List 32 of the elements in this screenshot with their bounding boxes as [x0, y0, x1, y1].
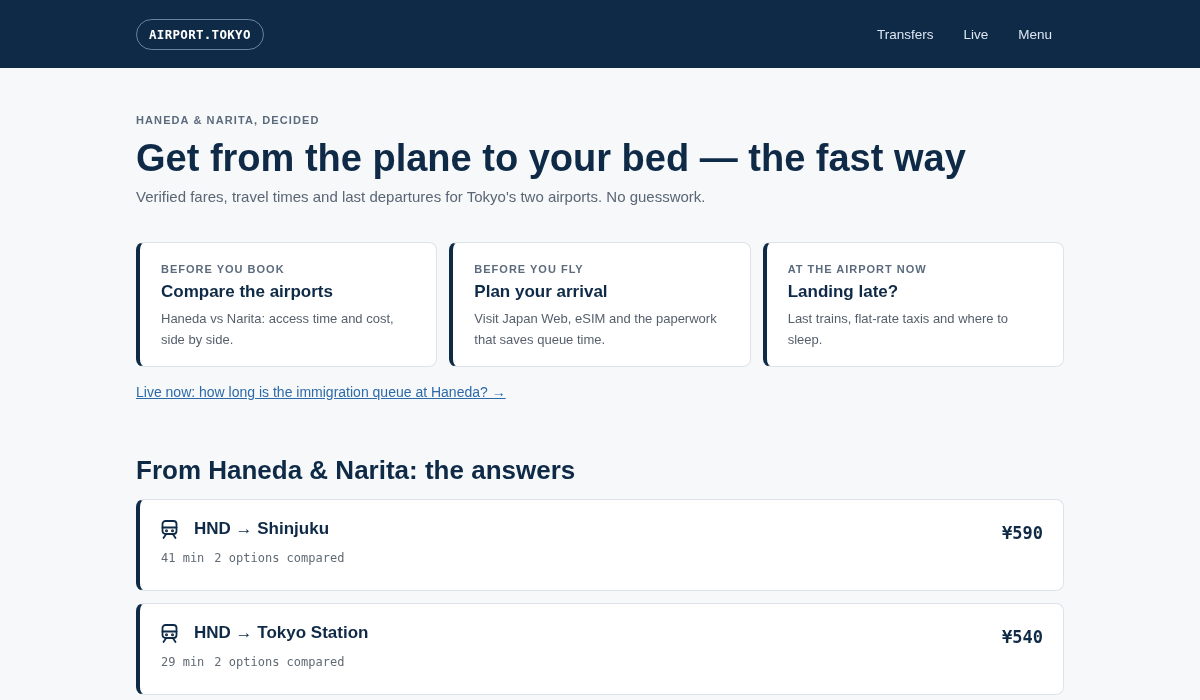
travel-time: 41 min — [161, 551, 205, 565]
route-card[interactable]: HND → Shinjuku 41 min 2 options compared ¥590 — [136, 499, 1064, 591]
card-title: Plan your arrival — [474, 282, 609, 302]
options-count: 2 options compared — [214, 551, 345, 565]
card-eyebrow: AT THE AIRPORT NOW — [787, 263, 928, 275]
topic-card[interactable]: BEFORE YOU FLY Plan your arrival Visit Japan Web, eSIM and the paperwork that saves queue time. — [449, 242, 751, 367]
nav-link[interactable]: Menu — [1018, 26, 1052, 42]
card-description: Visit Japan Web, eSIM and the paperwork that saves queue time. — [474, 310, 718, 349]
card-description: Haneda vs Narita: access time and cost, side by side. — [161, 310, 395, 349]
train-icon — [161, 623, 178, 643]
train-icon — [161, 519, 178, 539]
page-subtitle: Verified fares, travel times and last departures for Tokyo's two airports. No guesswork. — [136, 188, 707, 205]
nav-link[interactable]: Transfers — [876, 26, 934, 42]
route-price: ¥590 — [1002, 523, 1043, 543]
card-eyebrow: BEFORE YOU BOOK — [161, 263, 286, 275]
route-title: HND → Shinjuku — [194, 519, 330, 539]
nav-link[interactable]: Live — [963, 26, 989, 42]
section-title: From Haneda & Narita: the answers — [136, 454, 577, 487]
route-title: HND → Tokyo Station — [194, 623, 369, 643]
travel-time: 29 min — [161, 655, 205, 669]
page-title: Get from the plane to your bed — the fast way — [136, 136, 967, 181]
card-description: Last trains, flat-rate taxis and where to sleep. — [787, 310, 1010, 349]
route-card[interactable]: HND → Tokyo Station 29 min 2 options compared ¥540 — [136, 603, 1064, 695]
live-queue-link[interactable]: Live now: how long is the immigration queue at Haneda? → — [136, 384, 506, 400]
topic-card[interactable]: BEFORE YOU BOOK Compare the airports Haneda vs Narita: access time and cost, side by side. — [136, 242, 438, 367]
options-count: 2 options compared — [214, 655, 345, 669]
card-eyebrow: BEFORE YOU FLY — [474, 263, 585, 275]
card-title: Compare the airports — [161, 282, 334, 302]
eyebrow-text: HANEDA & NARITA, DECIDED — [136, 114, 321, 126]
topic-card[interactable]: AT THE AIRPORT NOW Landing late? Last trains, flat-rate taxis and where to sleep. — [762, 242, 1064, 367]
card-title: Landing late? — [787, 282, 900, 302]
route-price: ¥540 — [1002, 627, 1043, 647]
